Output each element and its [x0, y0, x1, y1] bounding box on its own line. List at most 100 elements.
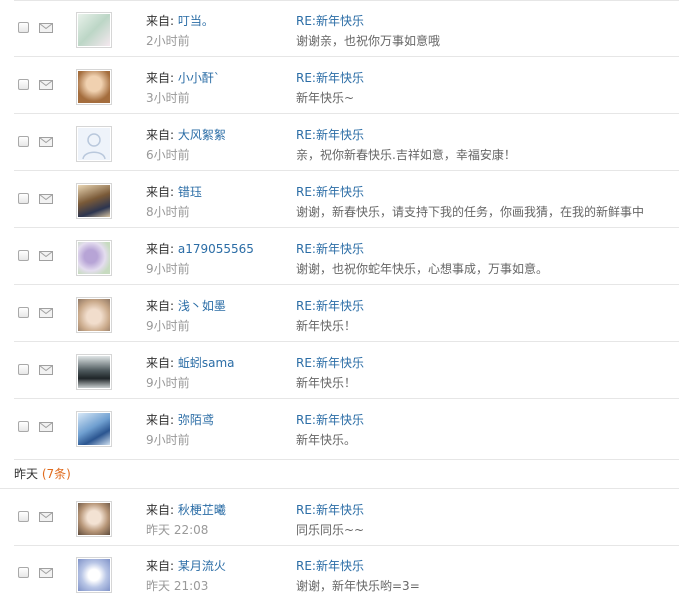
envelope-icon[interactable] [39, 194, 53, 204]
avatar[interactable] [76, 411, 112, 447]
envelope-icon[interactable] [39, 80, 53, 90]
message-row[interactable]: 来自: 小小酐` 3小时前 RE:新年快乐 新年快乐~ [0, 57, 679, 114]
sender-name-link[interactable]: 蚯蚓sama [178, 356, 235, 370]
from-label: 来自: [146, 14, 175, 28]
message-subject-link[interactable]: RE:新年快乐 [296, 354, 364, 371]
message-row[interactable]: 来自: 蚯蚓sama 9小时前 RE:新年快乐 新年快乐！ [0, 342, 679, 399]
message-time: 昨天 22:08 [146, 523, 209, 537]
avatar[interactable] [76, 557, 112, 593]
sender-name-link[interactable]: 浅丶如墨 [178, 299, 226, 313]
avatar[interactable] [76, 501, 112, 537]
avatar-image [78, 14, 110, 46]
envelope-icon[interactable] [39, 568, 53, 578]
message-time: 9小时前 [146, 433, 190, 447]
message-subject-link[interactable]: RE:新年快乐 [296, 69, 364, 86]
message-time: 6小时前 [146, 148, 190, 162]
select-checkbox[interactable] [18, 136, 29, 147]
select-checkbox[interactable] [18, 567, 29, 578]
select-checkbox[interactable] [18, 250, 29, 261]
message-row[interactable]: 来自: a179055565 9小时前 RE:新年快乐 谢谢，也祝你蛇年快乐，心… [0, 228, 679, 285]
avatar-image [78, 559, 110, 591]
message-subject-link[interactable]: RE:新年快乐 [296, 240, 364, 257]
message-subject-link[interactable]: RE:新年快乐 [296, 12, 364, 29]
message-preview: 新年快乐！ [296, 319, 357, 333]
avatar[interactable] [76, 69, 112, 105]
envelope-icon[interactable] [39, 422, 53, 432]
select-checkbox[interactable] [18, 421, 29, 432]
message-row[interactable]: 来自: 错珏 8小时前 RE:新年快乐 谢谢，新春快乐，请支持下我的任务，你画我… [0, 171, 679, 228]
sender-name-link[interactable]: 小小酐` [178, 71, 220, 85]
avatar-image [78, 356, 110, 388]
select-checkbox[interactable] [18, 193, 29, 204]
envelope-icon[interactable] [39, 365, 53, 375]
default-avatar-icon [82, 133, 106, 160]
sender-line: 来自: 叮当。 [146, 12, 214, 29]
date-group-header: 昨天 (7条) [14, 465, 71, 482]
sender-name-link[interactable]: 秋梗芷曦 [178, 503, 226, 517]
message-time: 9小时前 [146, 319, 190, 333]
avatar[interactable] [76, 240, 112, 276]
avatar[interactable] [76, 12, 112, 48]
from-label: 来自: [146, 128, 175, 142]
message-row[interactable]: 来自: 叮当。 2小时前 RE:新年快乐 谢谢亲，也祝你万事如意哦 [0, 0, 679, 57]
select-checkbox[interactable] [18, 511, 29, 522]
message-row[interactable]: 来自: 某月流火 昨天 21:03 RE:新年快乐 谢谢，新年快乐哟=3= [0, 545, 679, 602]
message-row[interactable]: 来自: 浅丶如墨 9小时前 RE:新年快乐 新年快乐！ [0, 285, 679, 342]
message-preview: 谢谢，新年快乐哟=3= [296, 579, 420, 593]
select-checkbox[interactable] [18, 22, 29, 33]
envelope-icon[interactable] [39, 308, 53, 318]
message-subject-link[interactable]: RE:新年快乐 [296, 297, 364, 314]
avatar-image [78, 185, 110, 217]
message-subject-link[interactable]: RE:新年快乐 [296, 557, 364, 574]
message-subject-link[interactable]: RE:新年快乐 [296, 411, 364, 428]
from-label: 来自: [146, 413, 175, 427]
message-subject-link[interactable]: RE:新年快乐 [296, 501, 364, 518]
from-label: 来自: [146, 356, 175, 370]
sender-line: 来自: 蚯蚓sama [146, 354, 235, 371]
avatar-image [78, 71, 110, 103]
envelope-icon[interactable] [39, 23, 53, 33]
sender-name-link[interactable]: 某月流火 [178, 559, 226, 573]
sender-name-link[interactable]: 大风絮絮 [178, 128, 226, 142]
message-preview: 谢谢亲，也祝你万事如意哦 [296, 34, 441, 48]
message-row[interactable]: 来自: 弥陌鸢 9小时前 RE:新年快乐 新年快乐。 [0, 399, 679, 456]
message-subject-link[interactable]: RE:新年快乐 [296, 183, 364, 200]
sender-line: 来自: 大风絮絮 [146, 126, 226, 143]
select-checkbox[interactable] [18, 79, 29, 90]
from-label: 来自: [146, 503, 175, 517]
avatar-image [78, 242, 110, 274]
group-count: (7条) [41, 467, 71, 481]
avatar-image [78, 128, 110, 160]
sender-line: 来自: a179055565 [146, 240, 254, 257]
message-preview: 亲，祝你新春快乐.吉祥如意，幸福安康！ [296, 148, 516, 162]
sender-name-link[interactable]: 错珏 [178, 185, 202, 199]
message-time: 2小时前 [146, 34, 190, 48]
message-time: 昨天 21:03 [146, 579, 209, 593]
select-checkbox[interactable] [18, 307, 29, 318]
from-label: 来自: [146, 559, 175, 573]
message-subject-link[interactable]: RE:新年快乐 [296, 126, 364, 143]
avatar-image [78, 299, 110, 331]
avatar[interactable] [76, 183, 112, 219]
envelope-icon[interactable] [39, 251, 53, 261]
select-checkbox[interactable] [18, 364, 29, 375]
sender-name-link[interactable]: 叮当。 [178, 14, 214, 28]
message-row[interactable]: 来自: 秋梗芷曦 昨天 22:08 RE:新年快乐 同乐同乐~~ [0, 488, 679, 546]
avatar[interactable] [76, 354, 112, 390]
message-time: 8小时前 [146, 205, 190, 219]
sender-line: 来自: 错珏 [146, 183, 202, 200]
message-preview: 新年快乐！ [296, 376, 357, 390]
message-preview: 新年快乐。 [296, 433, 357, 447]
sender-line: 来自: 小小酐` [146, 69, 220, 86]
envelope-icon[interactable] [39, 137, 53, 147]
sender-line: 来自: 秋梗芷曦 [146, 501, 226, 518]
message-row[interactable]: 来自: 大风絮絮 6小时前 RE:新年快乐 亲，祝你新春快乐.吉祥如意，幸福安康… [0, 114, 679, 171]
sender-name-link[interactable]: a179055565 [178, 242, 254, 256]
avatar[interactable] [76, 126, 112, 162]
message-time: 9小时前 [146, 262, 190, 276]
sender-name-link[interactable]: 弥陌鸢 [178, 413, 214, 427]
avatar[interactable] [76, 297, 112, 333]
sender-line: 来自: 弥陌鸢 [146, 411, 214, 428]
envelope-icon[interactable] [39, 512, 53, 522]
avatar-image [78, 413, 110, 445]
